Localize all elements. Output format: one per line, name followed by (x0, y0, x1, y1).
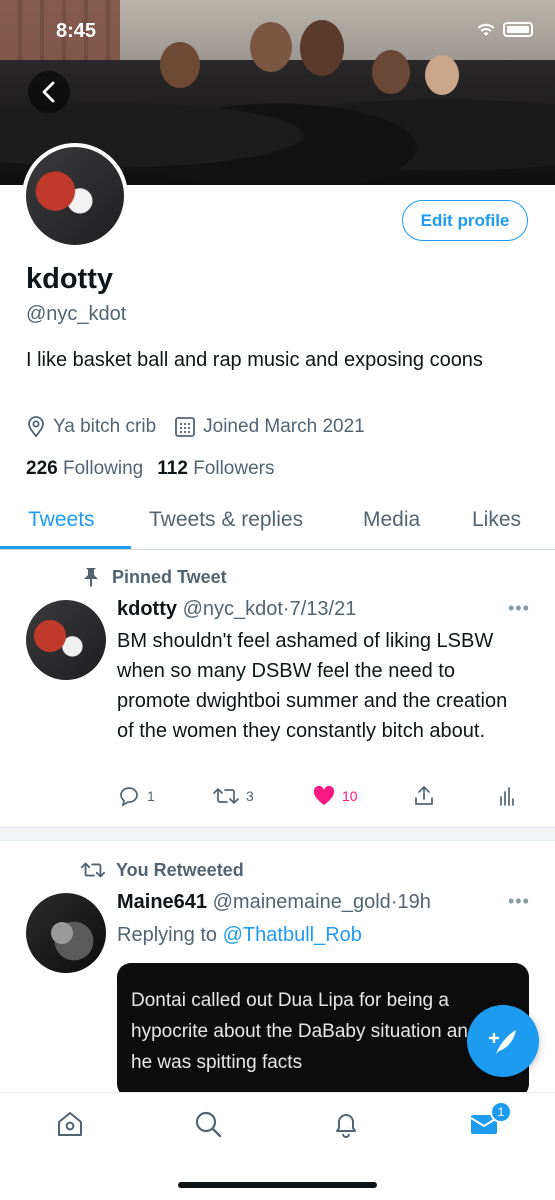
followers-label: Followers (193, 458, 275, 479)
tweet-date[interactable]: 7/13/21 (290, 598, 357, 620)
tweet-more-icon[interactable]: ••• (508, 891, 530, 912)
home-indicator (178, 1182, 377, 1188)
banner-person (425, 55, 459, 95)
tweet-author-handle[interactable]: @nyc_kdot (183, 598, 283, 620)
status-icons (477, 22, 533, 37)
banner-person (250, 22, 292, 72)
following-label: Following (62, 458, 144, 479)
pin-icon (84, 568, 98, 587)
share-button[interactable] (412, 784, 497, 808)
tweet-separator (0, 827, 555, 841)
media-text: Dontai called out Dua Lipa for being a h… (131, 990, 479, 1073)
tweet-context-label: You Retweeted (116, 859, 244, 880)
tweet-header: Maine641 @mainemaine_gold·19h (117, 891, 431, 914)
replying-to: Replying to @Thatbull_Rob (117, 924, 362, 947)
active-tab-indicator (0, 546, 131, 549)
calendar-icon (175, 417, 196, 437)
banner-person (372, 50, 410, 94)
retweet-icon (213, 788, 239, 804)
tweet-context: You Retweeted (80, 859, 244, 881)
profile-avatar[interactable] (22, 143, 128, 249)
edit-profile-button[interactable]: Edit profile (402, 200, 528, 241)
tweet-avatar[interactable] (26, 600, 106, 680)
banner-person (160, 42, 200, 88)
retweet-count: 3 (246, 788, 254, 804)
tweet-text: BM shouldn't feel ashamed of liking LSBW… (117, 630, 508, 742)
like-count: 10 (342, 788, 358, 804)
followers-link[interactable]: 112 Followers (157, 458, 274, 480)
messages-badge: 1 (490, 1101, 512, 1123)
home-icon (58, 1112, 82, 1136)
following-link[interactable]: 226 Following (26, 458, 143, 480)
tweet-context: Pinned Tweet (80, 566, 227, 588)
tweet-avatar[interactable] (26, 893, 106, 973)
profile-handle: @nyc_kdot (26, 303, 127, 325)
nav-home[interactable] (53, 1107, 87, 1141)
notifications-icon (336, 1114, 356, 1138)
replying-prefix: Replying to (117, 924, 218, 946)
profile-meta: Ya bitch crib Joined March 2021 (26, 416, 365, 438)
status-time: 8:45 (56, 20, 97, 42)
reply-icon (120, 787, 138, 807)
tweet-header: kdotty @nyc_kdot·7/13/21 (117, 598, 356, 621)
tab-tweets[interactable]: Tweets (28, 508, 95, 532)
tweet-actions: 1 3 10 (117, 784, 527, 808)
banner-person (300, 20, 344, 76)
search-icon (195, 1111, 222, 1138)
tweet-author-name[interactable]: Maine641 (117, 891, 207, 913)
tweet-sep: · (282, 598, 290, 620)
reply-button[interactable]: 1 (117, 785, 212, 807)
profile-tabs: Tweets Tweets & replies Media Likes (0, 498, 555, 550)
tweet-author-handle[interactable]: @mainemaine_gold (213, 891, 391, 913)
retweet-button[interactable]: 3 (212, 785, 312, 807)
tweet-more-icon[interactable]: ••• (508, 598, 530, 619)
replying-to-link[interactable]: @Thatbull_Rob (223, 924, 362, 946)
like-button[interactable]: 10 (312, 785, 412, 807)
following-count: 226 (26, 458, 58, 479)
chevron-left-icon (42, 81, 55, 103)
tweet-author-name[interactable]: kdotty (117, 598, 177, 620)
tab-likes[interactable]: Likes (472, 508, 521, 532)
followers-count: 112 (157, 458, 188, 479)
tab-media[interactable]: Media (363, 508, 420, 532)
joined-text: Joined March 2021 (203, 416, 365, 437)
heart-icon (313, 785, 335, 805)
tab-tweets-replies[interactable]: Tweets & replies (149, 508, 303, 532)
retweet-icon (80, 862, 106, 878)
profile-name: kdotty (26, 263, 113, 295)
share-icon (415, 786, 433, 805)
profile-joined: Joined March 2021 (174, 416, 365, 438)
battery-icon (503, 22, 533, 37)
nav-notifications[interactable] (329, 1107, 363, 1141)
reply-count: 1 (147, 788, 155, 804)
compose-tweet-button[interactable] (467, 1005, 539, 1077)
tweet-context-label: Pinned Tweet (112, 566, 227, 587)
location-text: Ya bitch crib (53, 416, 157, 437)
back-button[interactable] (28, 71, 70, 113)
tweet-media[interactable]: Dontai called out Dua Lipa for being a h… (117, 963, 529, 1098)
analytics-button[interactable] (497, 785, 517, 807)
profile-location: Ya bitch crib (26, 416, 156, 438)
follow-stats: 226 Following 112 Followers (26, 458, 275, 480)
nav-search[interactable] (191, 1107, 225, 1141)
compose-quill-icon (488, 1030, 516, 1054)
location-pin-icon (28, 416, 44, 438)
wifi-icon (477, 23, 495, 36)
analytics-icon (500, 787, 514, 806)
tweet-date[interactable]: 19h (397, 891, 430, 913)
profile-bio: I like basket ball and rap music and exp… (26, 349, 483, 371)
